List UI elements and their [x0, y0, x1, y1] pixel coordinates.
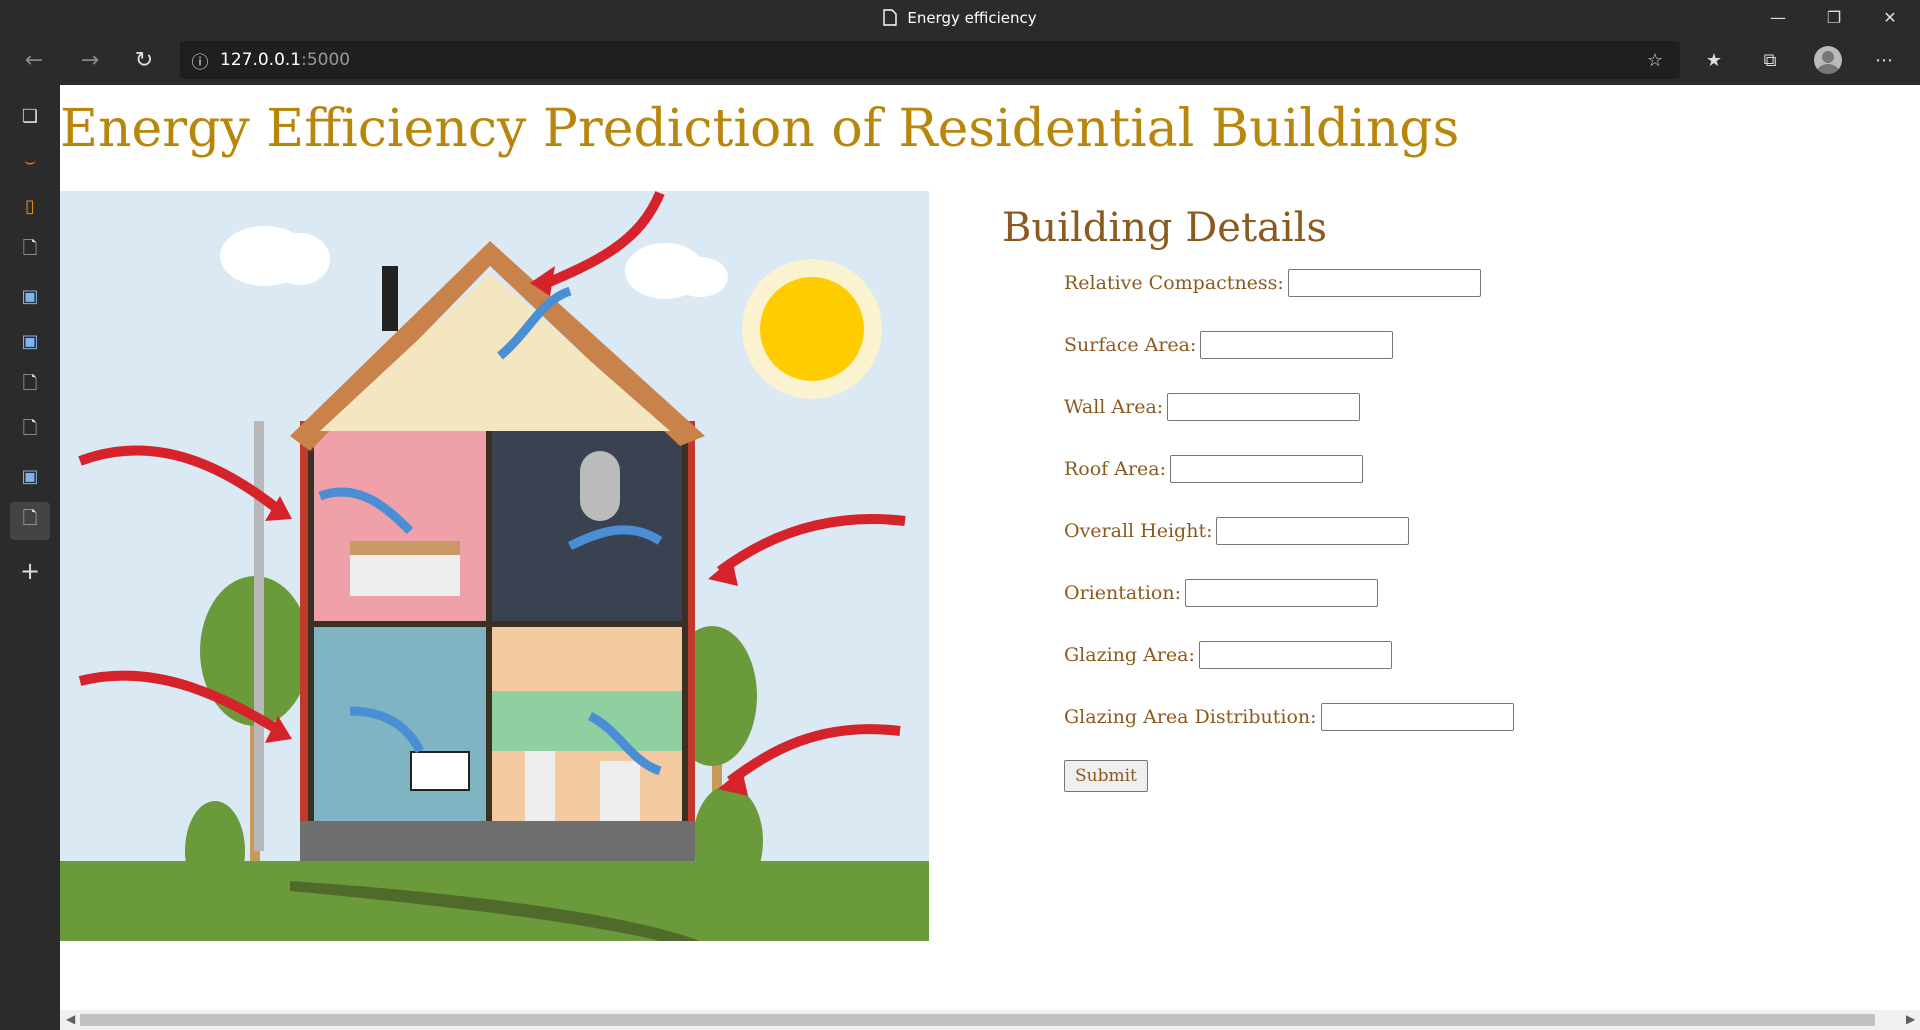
terminal-icon[interactable]: ▣	[10, 457, 50, 495]
profile-icon[interactable]	[1810, 43, 1846, 77]
avatar	[1814, 46, 1842, 74]
page-icon[interactable]: 🗋	[10, 232, 50, 270]
back-icon[interactable]: ←	[16, 43, 52, 77]
tab-title: Energy efficiency	[907, 8, 1037, 27]
field-wall-area: Wall Area:	[1064, 393, 1361, 421]
forward-icon[interactable]: →	[72, 43, 108, 77]
refresh-icon[interactable]: ↻	[126, 43, 162, 77]
favorites-icon[interactable]: ★	[1696, 43, 1732, 77]
terminal-icon[interactable]: ▣	[10, 322, 50, 360]
tab-actions-icon[interactable]: ❏	[10, 97, 50, 135]
surface-area-input[interactable]	[1200, 331, 1394, 359]
page-icon[interactable]: 🗋	[10, 367, 50, 405]
minimize-button[interactable]: —	[1750, 0, 1806, 35]
info-icon[interactable]: ⓘ	[180, 48, 220, 73]
field-label: Relative Compactness:	[1064, 272, 1284, 294]
vertical-tabs-sidebar: ❏ ⌣ ▯ 🗋 ▣ ▣ 🗋 🗋 ▣ 🗋 +	[0, 85, 60, 1030]
page-icon	[883, 9, 898, 26]
collections-icon[interactable]: ⧉	[1752, 43, 1788, 77]
page-content: Energy Efficiency Prediction of Resident…	[60, 85, 1920, 1010]
field-label: Roof Area:	[1064, 458, 1167, 480]
more-icon[interactable]: ⋯	[1866, 43, 1902, 77]
page-icon[interactable]: 🗋	[10, 502, 50, 540]
submit-button[interactable]: Submit	[1064, 760, 1148, 792]
address-bar[interactable]: ⓘ 127.0.0.1:5000	[180, 41, 1680, 79]
wall-area-input[interactable]	[1167, 393, 1361, 421]
overall-height-input[interactable]	[1216, 517, 1410, 545]
field-label: Wall Area:	[1064, 396, 1164, 418]
window-title: Energy efficiency	[0, 0, 1920, 35]
field-label: Glazing Area:	[1064, 644, 1195, 666]
glazing-area-distribution-input[interactable]	[1320, 703, 1514, 731]
field-label: Surface Area:	[1064, 334, 1197, 356]
field-orientation: Orientation:	[1064, 579, 1378, 607]
horizontal-scrollbar[interactable]: ◀ ▶	[60, 1010, 1920, 1030]
page-icon[interactable]: 🗋	[10, 412, 50, 450]
scrollbar-thumb[interactable]	[80, 1014, 1875, 1026]
scroll-left-icon[interactable]: ◀	[66, 1012, 75, 1026]
field-label: Glazing Area Distribution:	[1064, 706, 1317, 728]
field-surface-area: Surface Area:	[1064, 331, 1394, 359]
field-label: Orientation:	[1064, 582, 1181, 604]
field-glazing-area: Glazing Area:	[1064, 641, 1392, 669]
address-port: :5000	[301, 50, 351, 70]
page-title: Energy Efficiency Prediction of Resident…	[60, 99, 1460, 159]
field-roof-area: Roof Area:	[1064, 455, 1364, 483]
orientation-input[interactable]	[1184, 579, 1378, 607]
field-glazing-area-distribution: Glazing Area Distribution:	[1064, 703, 1514, 731]
field-overall-height: Overall Height:	[1064, 517, 1410, 545]
building-details-form: Building Details Relative Compactness: S…	[1002, 205, 1702, 792]
house-illustration	[60, 191, 929, 941]
relative-compactness-input[interactable]	[1287, 269, 1481, 297]
roof-area-input[interactable]	[1170, 455, 1364, 483]
terminal-icon[interactable]: ▣	[10, 277, 50, 315]
favorite-add-icon[interactable]: ☆	[1637, 43, 1673, 77]
browser-toolbar: ← → ↻ ⓘ 127.0.0.1:5000 ☆ ★ ⧉ ⋯	[0, 35, 1920, 85]
add-icon[interactable]: +	[10, 552, 50, 590]
address-host: 127.0.0.1	[220, 50, 302, 70]
glazing-area-input[interactable]	[1198, 641, 1392, 669]
form-title: Building Details	[1002, 205, 1327, 251]
field-label: Overall Height:	[1064, 520, 1213, 542]
window-titlebar: Energy efficiency — ❐ ✕	[0, 0, 1920, 35]
close-button[interactable]: ✕	[1862, 0, 1918, 35]
scroll-right-icon[interactable]: ▶	[1906, 1012, 1915, 1026]
restore-button[interactable]: ❐	[1806, 0, 1862, 35]
book-icon[interactable]: ▯	[10, 187, 50, 225]
arc-icon[interactable]: ⌣	[10, 142, 50, 180]
field-relative-compactness: Relative Compactness:	[1064, 269, 1481, 297]
